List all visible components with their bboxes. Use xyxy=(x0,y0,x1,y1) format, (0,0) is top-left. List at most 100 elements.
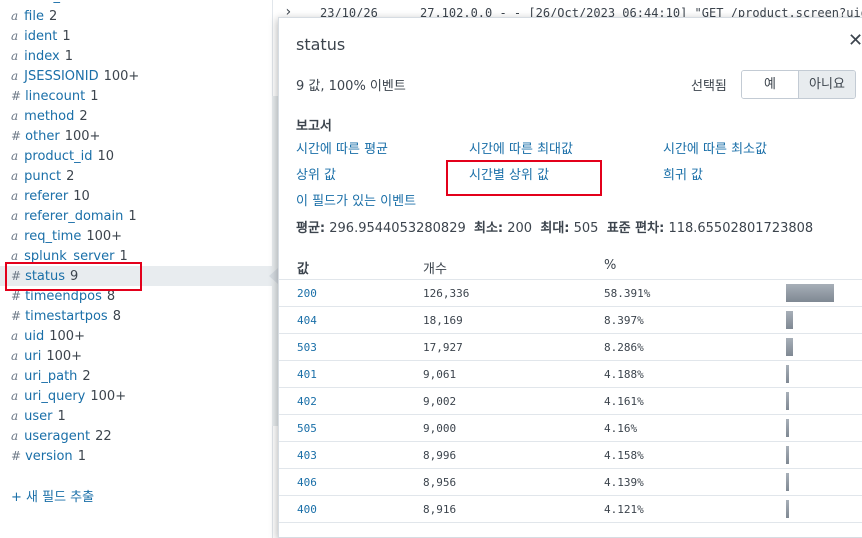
string-type-icon: a xyxy=(11,189,19,203)
table-row[interactable]: 404 18,169 8.397% xyxy=(279,306,862,334)
sidebar-field-req-time[interactable]: a req_time 100+ xyxy=(11,226,122,246)
row-count: 9,061 xyxy=(423,368,457,381)
row-percent-bar xyxy=(786,392,789,410)
string-type-icon: a xyxy=(11,369,19,383)
sidebar-field-uid[interactable]: a uid 100+ xyxy=(11,326,85,346)
table-row[interactable]: 400 8,916 4.121% xyxy=(279,495,862,523)
sidebar-field-uri-path[interactable]: a uri_path 2 xyxy=(11,366,91,386)
row-percent-bar xyxy=(786,500,789,518)
row-value[interactable]: 505 xyxy=(297,422,317,435)
table-row[interactable]: 200 126,336 58.391% xyxy=(279,279,862,307)
popover-arrow xyxy=(269,268,278,284)
sidebar-field-jsessionid[interactable]: a JSESSIONID 100+ xyxy=(11,66,139,86)
row-value[interactable]: 402 xyxy=(297,395,317,408)
row-value[interactable]: 503 xyxy=(297,341,317,354)
avg-label: 평균: xyxy=(296,221,326,236)
field-count: 1 xyxy=(62,29,71,44)
report-top-values-link[interactable]: 상위 값 xyxy=(296,164,336,183)
string-type-icon: a xyxy=(11,69,19,83)
std-label: 표준 편차: xyxy=(606,221,665,236)
row-value[interactable]: 404 xyxy=(297,314,317,327)
selected-toggle: 예 아니요 xyxy=(741,70,856,99)
sidebar-field-other[interactable]: # other 100+ xyxy=(11,126,100,146)
sidebar-field-index[interactable]: a index 1 xyxy=(11,46,73,66)
field-name: uri xyxy=(24,349,42,364)
selected-label: 선택됨 xyxy=(691,79,727,94)
report-avg-over-time-link[interactable]: 시간에 따른 평균 xyxy=(296,138,388,157)
row-percent: 4.158% xyxy=(604,449,644,462)
sidebar-field-timestartpos[interactable]: # timestartpos 8 xyxy=(11,306,121,326)
row-count: 9,000 xyxy=(423,422,457,435)
sidebar-field-file[interactable]: a file 2 xyxy=(11,6,57,26)
field-count: 1 xyxy=(96,0,104,4)
table-row[interactable]: 505 9,000 4.16% xyxy=(279,414,862,442)
string-type-icon: a xyxy=(11,49,19,63)
table-row[interactable]: 403 8,996 4.158% xyxy=(279,441,862,469)
toggle-yes-button[interactable]: 예 xyxy=(742,71,798,98)
table-row[interactable]: 406 8,956 4.139% xyxy=(279,468,862,496)
field-name: ident xyxy=(24,29,58,44)
row-value[interactable]: 400 xyxy=(297,503,317,516)
field-count: 2 xyxy=(48,9,58,24)
sidebar-field-referer-domain[interactable]: a referer_domain 1 xyxy=(11,206,137,226)
min-value: 200 xyxy=(507,221,533,236)
field-name: product_id xyxy=(24,149,93,164)
row-percent: 4.161% xyxy=(604,395,644,408)
string-type-icon: a xyxy=(11,329,19,343)
extract-new-field-link[interactable]: + 새 필드 추출 xyxy=(11,486,94,505)
table-row[interactable]: 401 9,061 4.188% xyxy=(279,360,862,388)
row-percent: 8.286% xyxy=(604,341,644,354)
sidebar-field-uri-query[interactable]: a uri_query 100+ xyxy=(11,386,126,406)
field-name: uid xyxy=(24,329,45,344)
sidebar-field-ident[interactable]: a ident 1 xyxy=(11,26,71,46)
string-type-icon: a xyxy=(11,169,19,183)
row-percent-bar xyxy=(786,446,789,464)
report-min-over-time-link[interactable]: 시간에 따른 최소값 xyxy=(663,138,767,157)
sidebar-field-punct[interactable]: a punct 2 xyxy=(11,166,74,186)
field-name: version xyxy=(25,449,73,464)
field-name: punct xyxy=(24,169,62,184)
field-name: timestartpos xyxy=(25,309,108,324)
sidebar-field-uri[interactable]: a uri 100+ xyxy=(11,346,82,366)
reports-heading: 보고서 xyxy=(296,119,332,134)
report-max-over-time-link[interactable]: 시간에 따른 최대값 xyxy=(469,138,573,157)
numeric-type-icon: # xyxy=(11,89,22,103)
report-rare-values-link[interactable]: 희귀 값 xyxy=(663,164,703,183)
row-percent-bar xyxy=(786,419,789,437)
sidebar-field-linecount[interactable]: # linecount 1 xyxy=(11,86,98,106)
field-name: referer xyxy=(24,189,69,204)
col-count-header: 개수 xyxy=(423,262,447,277)
row-value[interactable]: 401 xyxy=(297,368,317,381)
table-row[interactable]: 402 9,002 4.161% xyxy=(279,387,862,415)
row-value[interactable]: 403 xyxy=(297,449,317,462)
sidebar-field-referer[interactable]: a referer 10 xyxy=(11,186,90,206)
toggle-no-button[interactable]: 아니요 xyxy=(798,71,855,98)
field-count: 1 xyxy=(57,409,66,424)
numeric-type-icon: # xyxy=(11,289,22,303)
field-count: 10 xyxy=(73,189,90,204)
string-type-icon: a xyxy=(11,389,19,403)
row-percent: 8.397% xyxy=(604,314,644,327)
field-name: JSESSIONID xyxy=(24,69,99,84)
row-percent: 4.16% xyxy=(604,422,638,435)
sidebar-field-user[interactable]: a user 1 xyxy=(11,406,66,426)
field-count: 1 xyxy=(90,89,99,104)
string-type-icon: a xyxy=(11,409,19,423)
row-percent: 4.139% xyxy=(604,476,644,489)
events-with-field-link[interactable]: 이 필드가 있는 이벤트 xyxy=(296,190,416,209)
highlight-box-top-values-by-time xyxy=(446,160,602,196)
field-count: 100+ xyxy=(103,69,140,84)
sidebar-field-useragent[interactable]: a useragent 22 xyxy=(11,426,112,446)
field-name: linecount xyxy=(25,89,86,104)
sidebar-field-product-id[interactable]: a product_id 10 xyxy=(11,146,114,166)
sidebar-field-version[interactable]: # version 1 xyxy=(11,446,86,466)
field-summary: 9 값, 100% 이벤트 xyxy=(296,79,406,94)
table-row[interactable]: 503 17,927 8.286% xyxy=(279,333,862,361)
row-count: 126,336 xyxy=(423,287,470,300)
sidebar-field-method[interactable]: a method 2 xyxy=(11,106,88,126)
field-name: index xyxy=(24,49,60,64)
col-value-header: 값 xyxy=(297,262,309,277)
close-icon[interactable]: ✕ xyxy=(848,30,862,51)
row-value[interactable]: 406 xyxy=(297,476,317,489)
row-value[interactable]: 200 xyxy=(297,287,317,300)
